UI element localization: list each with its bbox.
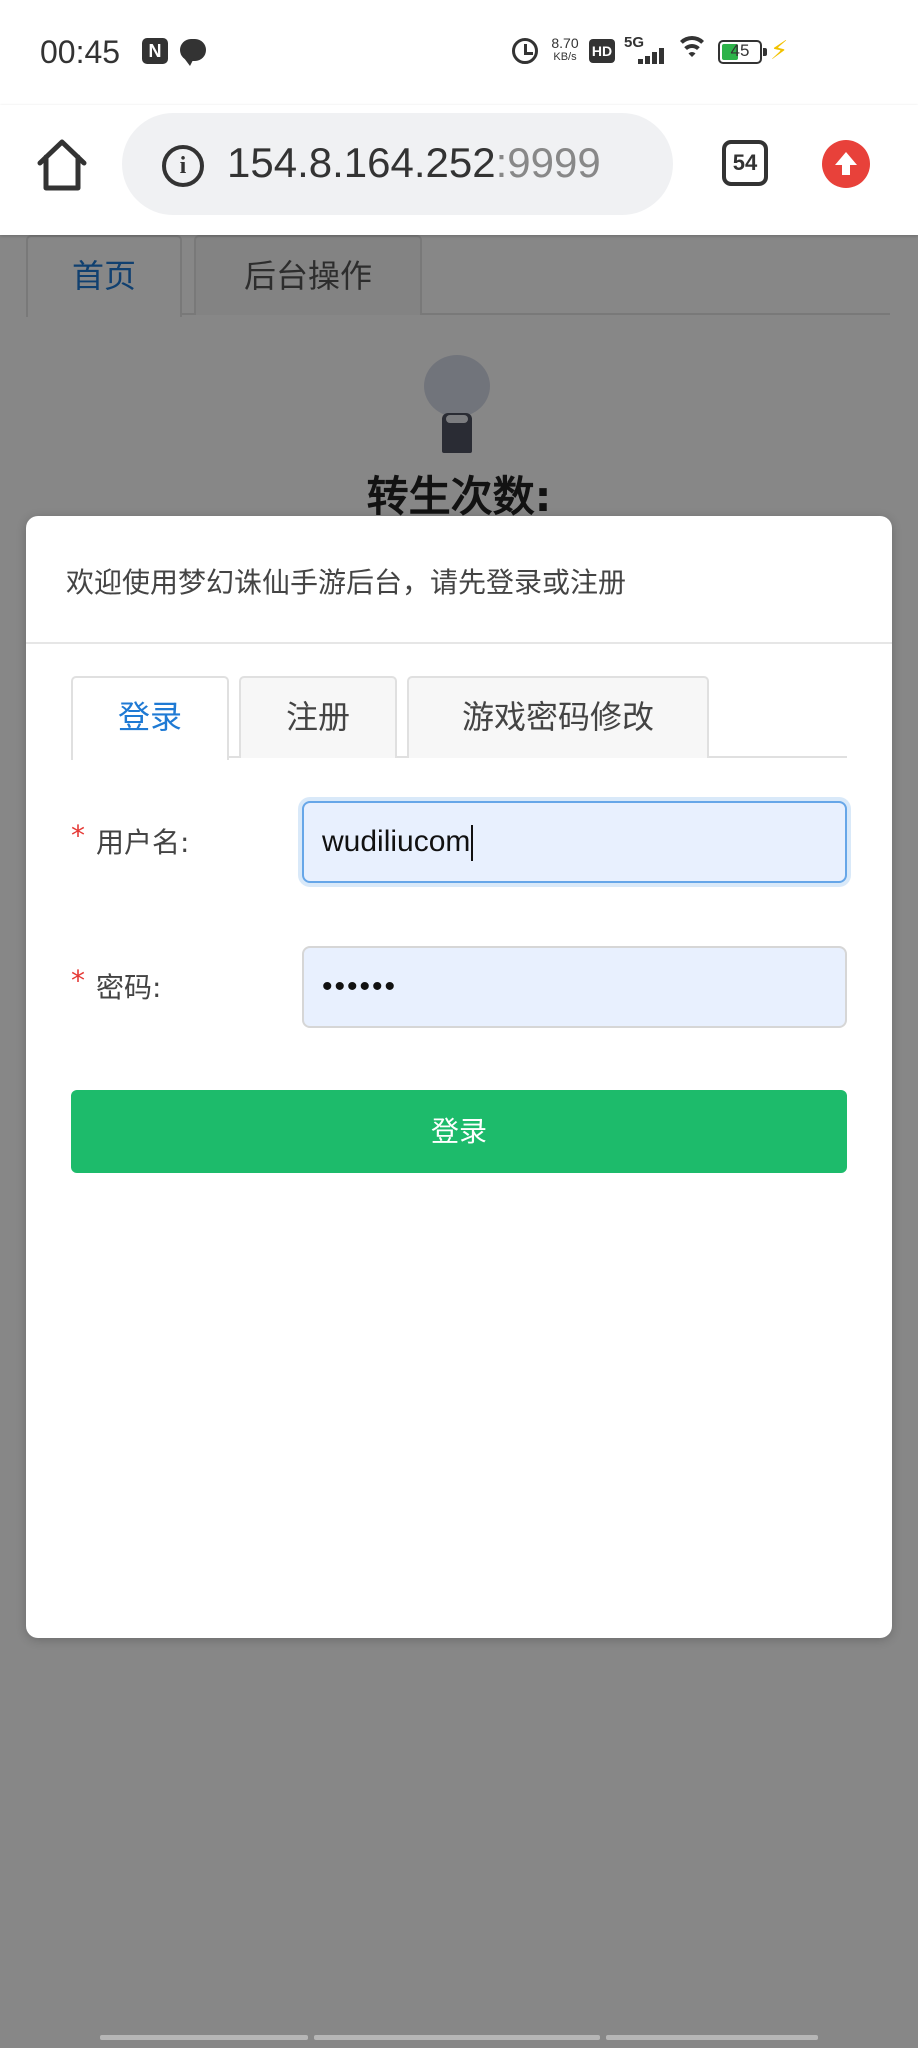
url-host: 154.8.164.252 bbox=[227, 139, 496, 186]
password-row: * 密码: •••••• bbox=[71, 946, 847, 1028]
tab-change-game-password[interactable]: 游戏密码修改 bbox=[407, 676, 709, 758]
required-mark: * bbox=[71, 964, 85, 997]
charging-icon: ⚡ bbox=[770, 36, 789, 66]
password-input[interactable]: •••••• bbox=[302, 946, 847, 1028]
speed-value: 8.70 bbox=[551, 35, 579, 51]
required-mark: * bbox=[71, 819, 85, 852]
divider bbox=[26, 642, 892, 644]
battery-icon: 45 bbox=[718, 40, 767, 64]
login-dialog: 欢迎使用梦幻诛仙手游后台，请先登录或注册 登录 注册 游戏密码修改 * 用户名:… bbox=[26, 516, 892, 1638]
upload-arrow-icon[interactable] bbox=[822, 140, 870, 188]
nfc-icon: N bbox=[142, 38, 168, 64]
text-cursor bbox=[471, 825, 474, 862]
password-label: 密码: bbox=[96, 971, 162, 1004]
username-row: * 用户名: wudiliucom bbox=[71, 801, 847, 883]
dialog-title: 欢迎使用梦幻诛仙手游后台，请先登录或注册 bbox=[66, 566, 627, 599]
tab-login[interactable]: 登录 bbox=[71, 676, 229, 760]
network-speed: 8.70 KB/s bbox=[547, 35, 583, 64]
signal-strength-icon bbox=[638, 48, 666, 64]
home-icon[interactable] bbox=[36, 137, 88, 193]
tab-switcher-button[interactable]: 54 bbox=[722, 140, 768, 186]
clock: 00:45 bbox=[40, 34, 121, 70]
hd-voice-icon: HD bbox=[589, 39, 615, 63]
message-notification-icon bbox=[180, 39, 206, 66]
password-value: •••••• bbox=[322, 970, 398, 1003]
browser-toolbar: i 154.8.164.252:9999 54 bbox=[0, 105, 918, 235]
username-input[interactable]: wudiliucom bbox=[302, 801, 847, 883]
address-bar[interactable]: i 154.8.164.252:9999 bbox=[122, 113, 673, 215]
tab-register[interactable]: 注册 bbox=[239, 676, 397, 758]
login-button[interactable]: 登录 bbox=[71, 1090, 847, 1173]
username-label: 用户名: bbox=[96, 826, 190, 859]
username-value: wudiliucom bbox=[322, 825, 471, 858]
alarm-icon bbox=[512, 38, 538, 64]
site-info-icon[interactable]: i bbox=[162, 145, 204, 187]
url-port: :9999 bbox=[495, 139, 601, 186]
url-text[interactable]: 154.8.164.252:9999 bbox=[227, 139, 601, 187]
wifi-icon bbox=[675, 34, 709, 64]
battery-percent: 45 bbox=[730, 41, 750, 60]
speed-unit: KB/s bbox=[553, 51, 577, 63]
dialog-tab-bar: 登录 注册 游戏密码修改 bbox=[71, 676, 847, 760]
horizontal-scrollbar[interactable] bbox=[100, 2035, 818, 2040]
status-bar: 00:45 N 8.70 KB/s HD 5G 45 ⚡ bbox=[0, 0, 918, 105]
